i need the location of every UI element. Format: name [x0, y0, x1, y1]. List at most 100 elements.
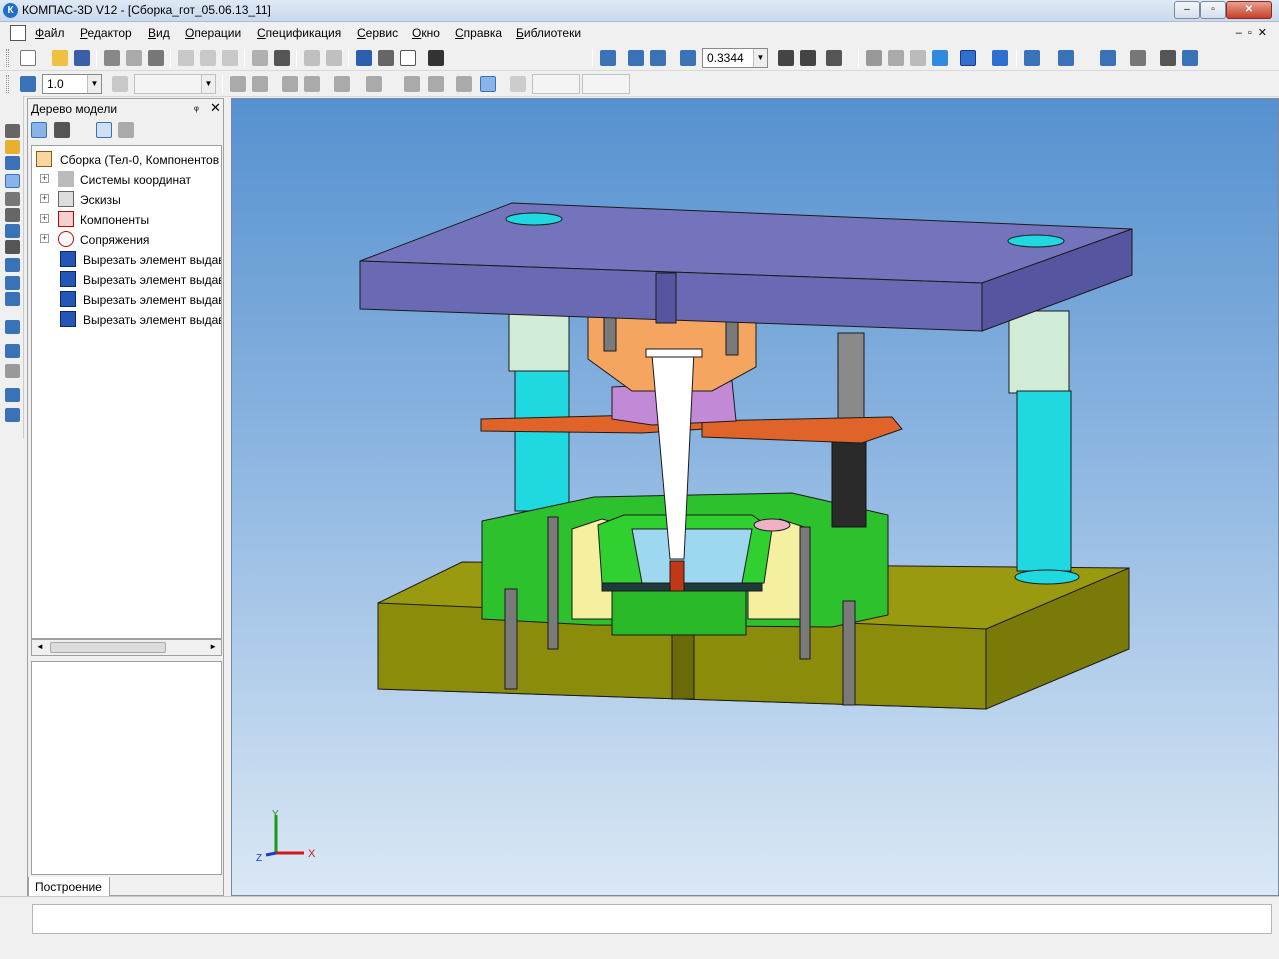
shaded-edges-icon[interactable] — [960, 50, 976, 66]
tool-spec-icon[interactable] — [5, 240, 20, 254]
ortho-icon[interactable] — [334, 76, 350, 92]
manager-icon[interactable] — [356, 50, 372, 66]
expand-icon[interactable]: + — [40, 214, 49, 223]
refresh-icon[interactable] — [1182, 50, 1198, 66]
tool-diagnostics-icon[interactable] — [5, 276, 20, 290]
x-coordinate-field[interactable] — [532, 74, 580, 94]
function-fx-icon[interactable] — [400, 50, 416, 66]
redo-icon[interactable] — [326, 50, 342, 66]
grid-icon[interactable] — [366, 76, 382, 92]
coordinates-icon[interactable] — [510, 76, 526, 92]
tree-relations-icon[interactable] — [118, 122, 134, 138]
model-viewport[interactable]: Y X Z — [231, 98, 1279, 896]
layer-icon[interactable] — [112, 76, 128, 92]
tool-line-icon[interactable] — [5, 320, 20, 334]
chevron-down-icon[interactable]: ▼ — [87, 75, 101, 93]
scroll-thumb[interactable] — [50, 642, 166, 653]
spec-icon[interactable] — [1160, 50, 1176, 66]
perspective-icon[interactable] — [992, 50, 1008, 66]
tree-item-sketches[interactable]: + Эскизы — [40, 190, 221, 210]
print-preview-icon[interactable] — [126, 50, 142, 66]
document-icon[interactable] — [10, 25, 26, 41]
toolbar-grip[interactable] — [6, 75, 9, 93]
menu-help[interactable]: Справка — [455, 26, 502, 40]
rotate-icon[interactable] — [800, 50, 816, 66]
tree-item-cut-extrude-1[interactable]: Вырезать элемент выдав — [58, 250, 221, 270]
axis-icon[interactable] — [428, 76, 444, 92]
tree-structure-icon[interactable] — [31, 122, 47, 138]
tree-root[interactable]: Сборка (Тел-0, Компонентов — [34, 150, 221, 170]
chevron-down-icon[interactable]: ▼ — [753, 49, 767, 67]
expand-icon[interactable]: + — [40, 174, 49, 183]
save-icon[interactable] — [74, 50, 90, 66]
print-icon[interactable] — [104, 50, 120, 66]
tab-construction[interactable]: Построение — [28, 877, 110, 897]
pin-icon[interactable]: ᵩ — [194, 101, 199, 113]
tree-horizontal-scrollbar[interactable]: ◄ ► — [31, 639, 222, 656]
tool-library-icon[interactable] — [5, 408, 20, 422]
maximize-button[interactable]: ▫ — [1200, 1, 1226, 19]
pan-icon[interactable] — [778, 50, 794, 66]
paste-icon[interactable] — [222, 50, 238, 66]
tool-component-icon[interactable] — [5, 156, 20, 170]
scroll-right-icon[interactable]: ► — [209, 642, 217, 651]
model-tree-list[interactable]: Сборка (Тел-0, Компонентов + Системы коо… — [31, 145, 222, 639]
toolbar-grip[interactable] — [6, 49, 9, 67]
orientation-icon[interactable] — [826, 50, 842, 66]
menu-libraries[interactable]: Библиотеки — [516, 26, 581, 40]
round-step-icon[interactable] — [480, 76, 496, 92]
hidden-lines-icon[interactable] — [888, 50, 904, 66]
menu-operations[interactable]: Операции — [185, 26, 241, 40]
tool-mates-icon[interactable] — [5, 174, 20, 188]
menu-service[interactable]: Сервис — [357, 26, 398, 40]
close-button[interactable]: ✕ — [1226, 1, 1272, 19]
local-cs-icon[interactable] — [230, 76, 246, 92]
close-icon[interactable]: ✕ — [210, 100, 221, 116]
new-document-icon[interactable] — [20, 50, 36, 66]
y-coordinate-field[interactable] — [582, 74, 630, 94]
tree-link-icon[interactable] — [1100, 50, 1116, 66]
tool-clip-icon[interactable] — [5, 192, 20, 206]
tool-sheet-icon[interactable] — [5, 364, 20, 378]
angle-icon[interactable] — [404, 76, 420, 92]
snap-icon[interactable] — [282, 76, 298, 92]
zoom-in-icon[interactable] — [628, 50, 644, 66]
selection-filter-icon[interactable] — [1058, 50, 1074, 66]
menu-view[interactable]: Вид — [148, 26, 170, 40]
measure-icon[interactable] — [456, 76, 472, 92]
expand-icon[interactable]: + — [40, 234, 49, 243]
properties-icon[interactable] — [148, 50, 164, 66]
tool-dimension-icon[interactable] — [5, 208, 20, 222]
open-folder-icon[interactable] — [52, 50, 68, 66]
shaded-icon[interactable] — [932, 50, 948, 66]
layer-combo[interactable]: ▼ — [134, 74, 216, 94]
undo-icon[interactable] — [304, 50, 320, 66]
step-combo[interactable]: 1.0 ▼ — [42, 74, 102, 94]
zoom-window-icon[interactable] — [600, 50, 616, 66]
scroll-left-icon[interactable]: ◄ — [36, 642, 44, 651]
variables-icon[interactable] — [378, 50, 394, 66]
zoom-scale-icon[interactable] — [680, 50, 696, 66]
tool-plane-icon[interactable] — [5, 344, 20, 358]
tree-item-cut-extrude-4[interactable]: Вырезать элемент выдав — [58, 310, 221, 330]
expand-icon[interactable]: + — [40, 194, 49, 203]
cursor-step-icon[interactable] — [20, 76, 36, 92]
cut-icon[interactable] — [178, 50, 194, 66]
tool-filter-icon[interactable] — [5, 224, 20, 238]
filter-icon[interactable] — [1024, 50, 1040, 66]
tool-edit-icon[interactable] — [5, 140, 20, 154]
context-help-icon[interactable] — [428, 50, 444, 66]
wireframe-icon[interactable] — [866, 50, 882, 66]
document-window-controls[interactable]: –▫✕ — [1236, 26, 1273, 39]
library-icon[interactable] — [1130, 50, 1146, 66]
tree-view-icon[interactable] — [54, 122, 70, 138]
magnet-icon[interactable] — [304, 76, 320, 92]
menu-window[interactable]: Окно — [412, 26, 440, 40]
menu-specification[interactable]: Спецификация — [257, 26, 341, 40]
tree-item-mates[interactable]: + Сопряжения — [40, 230, 221, 250]
tool-measure-icon[interactable] — [5, 258, 20, 272]
kompas-app-icon[interactable]: К — [3, 3, 18, 18]
table-icon[interactable] — [274, 50, 290, 66]
tree-item-cut-extrude-2[interactable]: Вырезать элемент выдав — [58, 270, 221, 290]
tool-axis-icon[interactable] — [5, 388, 20, 402]
